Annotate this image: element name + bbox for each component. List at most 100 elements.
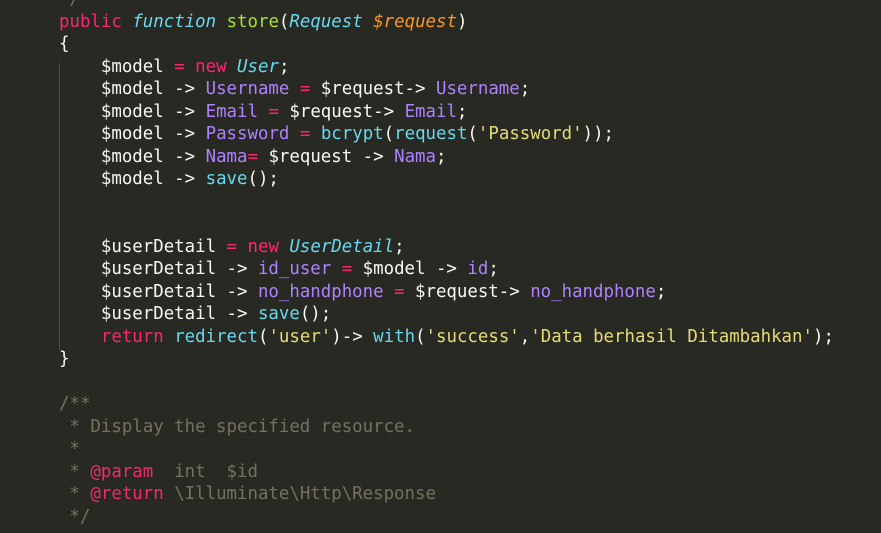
code-line[interactable]: $model -> save(); xyxy=(59,168,279,191)
code-token-keyword: @param xyxy=(90,461,154,482)
code-token-property: Nama xyxy=(205,146,248,167)
code-token-keyword: public xyxy=(59,11,122,32)
code-token-storage: function xyxy=(132,11,217,32)
code-token-property: Email xyxy=(404,101,457,122)
code-token-property: Username xyxy=(205,79,290,99)
code-token-comment: /** xyxy=(59,394,91,414)
code-token-comment: * xyxy=(59,484,91,504)
code-token-plain: ; xyxy=(394,236,405,257)
code-token-plain: ; xyxy=(278,56,290,77)
code-token-keyword: = xyxy=(299,79,311,99)
code-token-property: no_handphone xyxy=(257,281,384,302)
code-token-plain: )-> xyxy=(331,326,374,347)
code-token-plain: $userDetail -> xyxy=(59,304,258,324)
code-line[interactable]: * @return \Illuminate\Http\Response xyxy=(59,483,435,506)
code-token-comment: * Display the specified resource. xyxy=(59,416,415,437)
code-token-plain: )); xyxy=(582,124,615,144)
code-token-plain: { xyxy=(59,34,70,54)
code-token-storage: with xyxy=(373,326,416,347)
code-line[interactable]: $model -> Email = $request-> Email; xyxy=(59,101,468,124)
code-token-plain: $userDetail -> xyxy=(59,281,258,302)
code-token-property: id xyxy=(467,259,489,279)
code-token-keyword: new xyxy=(195,56,227,77)
code-token-storage: request xyxy=(394,124,468,144)
code-line[interactable]: { xyxy=(59,33,69,56)
code-token-plain: $model -> xyxy=(59,169,206,189)
code-token-plain: $request -> xyxy=(257,146,395,167)
code-token-plain: ; xyxy=(435,146,447,167)
code-token-plain: $model -> xyxy=(59,101,206,122)
code-line[interactable]: * @param int $id xyxy=(59,461,257,484)
code-token-plain: ) xyxy=(456,11,468,32)
code-token-string: 'Data berhasil Ditambahkan' xyxy=(530,326,813,347)
code-line[interactable]: $userDetail = new UserDetail; xyxy=(59,236,405,259)
code-token-property: no_handphone xyxy=(530,281,656,302)
code-line[interactable]: * Display the specified resource. xyxy=(59,416,415,439)
code-token-plain: $model -> xyxy=(59,124,206,144)
code-line[interactable]: $userDetail -> save(); xyxy=(59,303,331,326)
code-token-storage: bcrypt xyxy=(320,124,384,144)
code-token-keyword: = xyxy=(341,259,353,279)
code-token-plain: ( xyxy=(415,326,426,347)
code-line[interactable]: $userDetail -> id_user = $model -> id; xyxy=(59,258,499,281)
code-token-comment: * xyxy=(59,461,91,482)
code-token-property: Email xyxy=(205,101,258,122)
code-token-plain: ( xyxy=(257,326,269,347)
code-token-keyword: = xyxy=(268,101,279,122)
code-token-property: Password xyxy=(205,124,290,144)
code-line[interactable]: return redirect('user')-> with('success'… xyxy=(59,326,834,349)
code-token-keyword: @return xyxy=(90,484,164,504)
code-token-plain: $request-> xyxy=(404,281,531,302)
code-line[interactable]: public function store(Request $request) xyxy=(59,11,467,34)
code-line[interactable]: /** xyxy=(59,393,90,416)
code-line[interactable]: $model = new User; xyxy=(59,56,290,79)
code-line[interactable]: $model -> Username = $request-> Username… xyxy=(59,78,530,101)
code-line[interactable]: */ xyxy=(59,0,80,11)
code-token-property: Username xyxy=(435,79,520,99)
code-token-keyword: return xyxy=(100,326,164,347)
code-token-keyword: new xyxy=(247,236,279,257)
code-line[interactable]: $model -> Password = bcrypt(request('Pas… xyxy=(59,123,614,146)
code-token-string: 'Password' xyxy=(477,124,583,144)
code-token-property: id_user xyxy=(257,259,332,279)
code-token-plain: ; xyxy=(488,259,499,279)
code-token-storage: redirect xyxy=(174,326,258,347)
code-token-plain: , xyxy=(519,326,531,347)
code-token-plain: } xyxy=(59,349,70,369)
code-token-comment: */ xyxy=(59,506,91,527)
code-token-storage: save xyxy=(205,169,248,189)
code-token-plain: (); xyxy=(299,304,332,324)
code-token-string: 'success' xyxy=(425,326,520,347)
code-token-type: User xyxy=(237,56,279,77)
code-token-plain: ; xyxy=(519,79,531,99)
code-line[interactable]: $model -> Nama= $request -> Nama; xyxy=(59,146,447,169)
code-editor[interactable]: */public function store(Request $request… xyxy=(0,0,881,533)
code-token-keyword: = xyxy=(174,56,185,77)
code-token-keyword: = xyxy=(226,236,238,257)
code-line[interactable]: */ xyxy=(59,506,90,529)
code-line[interactable]: * xyxy=(59,438,80,461)
code-token-keyword: = xyxy=(394,281,405,302)
code-line[interactable]: $userDetail -> no_handphone = $request->… xyxy=(59,281,666,304)
code-token-comment: * xyxy=(59,439,80,459)
code-line[interactable]: } xyxy=(59,348,69,371)
code-token-plain: $model -> xyxy=(59,146,206,167)
code-token-plain: ; xyxy=(456,101,468,122)
code-token-keyword: = xyxy=(299,124,311,144)
code-token-type: Request xyxy=(289,11,363,32)
code-token-plain: ( xyxy=(383,124,395,144)
code-token-plain: $userDetail xyxy=(59,236,227,257)
code-token-plain: ); xyxy=(812,326,834,347)
